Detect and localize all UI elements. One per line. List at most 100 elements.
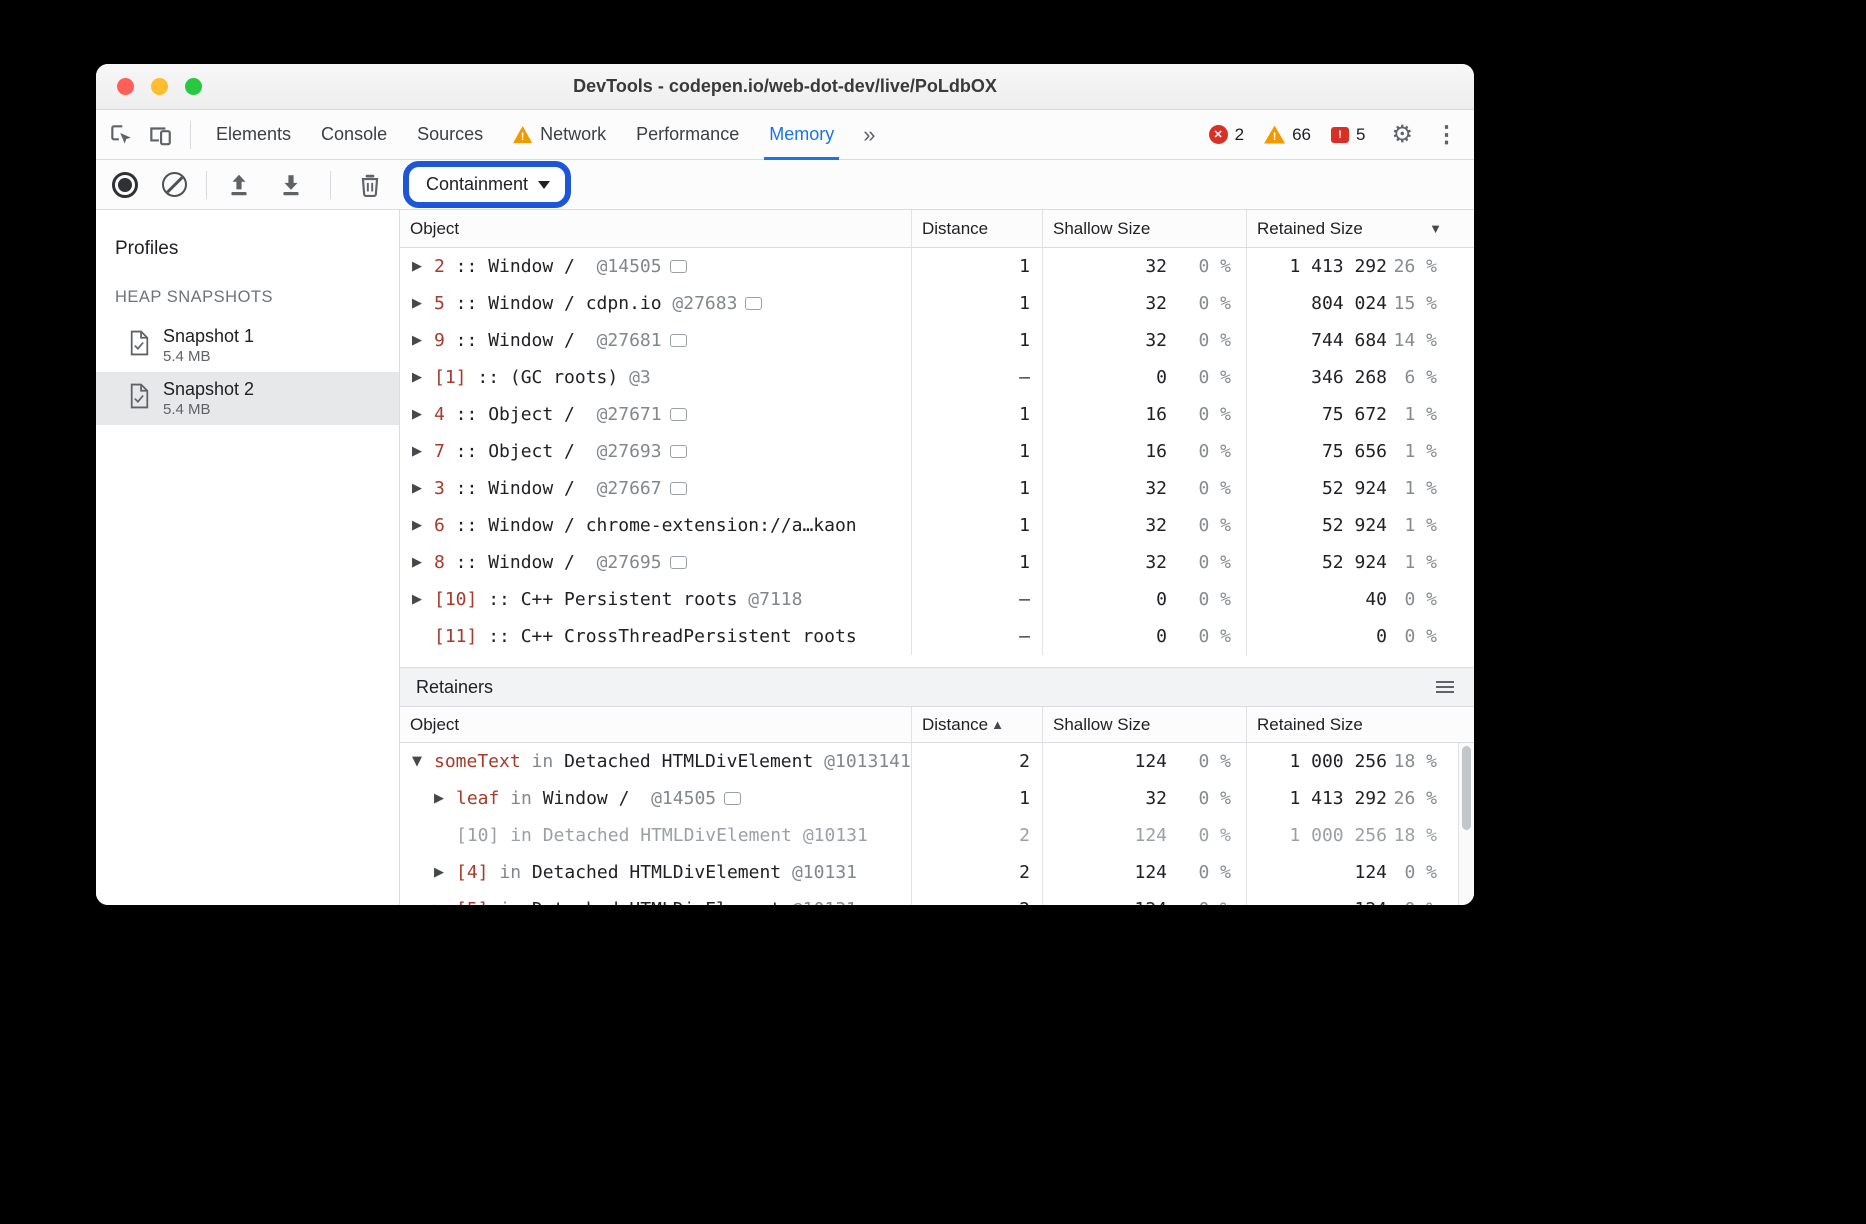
distance-value: 1: [1019, 330, 1030, 351]
retainers-row[interactable]: ▼someText in Detached HTMLDivElement @10…: [400, 743, 1474, 780]
reveal-icon[interactable]: [670, 260, 687, 273]
retained-size-cell: 346 2686 %: [1247, 359, 1474, 396]
shallow-percent: 0 %: [1167, 441, 1231, 462]
retained-value: 1 000 256: [1289, 825, 1387, 846]
column-header-object[interactable]: Object: [400, 210, 912, 247]
expand-arrow-icon[interactable]: ▶: [412, 518, 434, 533]
expand-arrow-icon[interactable]: ▶: [434, 902, 456, 905]
error-badge[interactable]: 2: [1209, 125, 1244, 145]
table-row[interactable]: [11] :: C++ CrossThreadPersistent roots …: [400, 618, 1474, 655]
record-heap-snapshot-button[interactable]: [112, 172, 138, 198]
reveal-icon[interactable]: [724, 792, 741, 805]
expand-arrow-icon[interactable]: ▶: [434, 791, 456, 806]
reveal-icon[interactable]: [670, 408, 687, 421]
distance-cell: 1: [912, 507, 1043, 544]
snapshot-item-2[interactable]: Snapshot 2 5.4 MB: [96, 372, 399, 425]
hamburger-menu-icon[interactable]: [1436, 681, 1454, 693]
distance-value: 1: [1019, 515, 1030, 536]
in-keyword: in: [499, 825, 542, 846]
reveal-icon[interactable]: [670, 556, 687, 569]
collapse-arrow-icon[interactable]: ▼: [412, 754, 434, 769]
table-row[interactable]: ▶7 :: Object / @27693 1 160 % 75 6561 %: [400, 433, 1474, 470]
tab-network[interactable]: Network: [498, 110, 621, 159]
expand-arrow-icon[interactable]: ▶: [412, 444, 434, 459]
distance-cell: 2: [912, 854, 1043, 891]
column-header-distance[interactable]: Distance: [912, 210, 1043, 247]
content: Profiles HEAP SNAPSHOTS Snapshot 1 5.4 M…: [96, 210, 1474, 905]
column-header-object[interactable]: Object: [400, 707, 912, 742]
reveal-icon[interactable]: [670, 482, 687, 495]
save-profile-icon[interactable]: [278, 172, 304, 198]
minimize-window-button[interactable]: [151, 78, 168, 95]
table-row[interactable]: ▶2 :: Window / @14505 1 320 % 1 413 2922…: [400, 248, 1474, 285]
distance-value: 1: [1019, 788, 1030, 809]
expand-arrow-icon[interactable]: ▶: [412, 370, 434, 385]
view-mode-dropdown[interactable]: Containment: [403, 161, 571, 208]
window-title: DevTools - codepen.io/web-dot-dev/live/P…: [96, 76, 1474, 97]
expand-arrow-icon[interactable]: ▶: [412, 333, 434, 348]
clear-profiles-button[interactable]: [162, 172, 187, 197]
column-header-shallow-size[interactable]: Shallow Size: [1043, 210, 1247, 247]
shallow-size-cell: 160 %: [1043, 433, 1247, 470]
retainers-row[interactable]: ▶leaf in Window / @14505 1 320 % 1 413 2…: [400, 780, 1474, 817]
settings-gear-icon[interactable]: ⚙: [1391, 123, 1413, 147]
warning-badge[interactable]: 66: [1264, 125, 1311, 145]
close-window-button[interactable]: [117, 78, 134, 95]
expand-arrow-icon[interactable]: ▶: [434, 865, 456, 880]
scrollbar-thumb[interactable]: [1462, 746, 1471, 830]
collect-garbage-icon[interactable]: [357, 172, 383, 198]
device-toolbar-icon[interactable]: [147, 122, 173, 148]
edge-name: 5: [434, 293, 445, 314]
expand-arrow-icon[interactable]: ▶: [412, 407, 434, 422]
retainers-row-partial[interactable]: ▶[5] in Detached HTMLDivElement @10131 2…: [400, 891, 1474, 905]
tab-sources[interactable]: Sources: [402, 110, 498, 159]
retained-value: 0: [1376, 626, 1387, 647]
shallow-value: 32: [1145, 515, 1167, 536]
reveal-icon[interactable]: [670, 334, 687, 347]
table-row[interactable]: ▶5 :: Window / cdpn.io @27683 1 320 % 80…: [400, 285, 1474, 322]
snapshot-item-1[interactable]: Snapshot 1 5.4 MB: [96, 319, 399, 372]
shallow-size-cell: 1240 %: [1043, 817, 1247, 854]
column-header-retained-size[interactable]: Retained Size: [1247, 707, 1474, 742]
snapshot-file-icon: [129, 330, 150, 361]
tab-console[interactable]: Console: [306, 110, 402, 159]
expand-arrow-icon[interactable]: ▶: [412, 259, 434, 274]
object-id: @10131: [803, 825, 868, 846]
expand-arrow-icon[interactable]: ▶: [412, 296, 434, 311]
table-row[interactable]: ▶8 :: Window / @27695 1 320 % 52 9241 %: [400, 544, 1474, 581]
tab-performance[interactable]: Performance: [621, 110, 754, 159]
tab-memory[interactable]: Memory: [754, 110, 849, 159]
shallow-value: 32: [1145, 330, 1167, 351]
retainers-row[interactable]: ▶[4] in Detached HTMLDivElement @10131 2…: [400, 854, 1474, 891]
more-tabs-icon[interactable]: »: [855, 122, 883, 148]
kebab-menu-icon[interactable]: ⋮: [1435, 123, 1458, 146]
shallow-percent: 0 %: [1167, 589, 1231, 610]
column-header-retained-size[interactable]: Retained Size ▼: [1247, 210, 1474, 247]
expand-arrow-icon[interactable]: ▶: [412, 481, 434, 496]
divider: [190, 121, 191, 149]
table-row[interactable]: ▶4 :: Object / @27671 1 160 % 75 6721 %: [400, 396, 1474, 433]
expand-arrow-icon[interactable]: ▶: [412, 555, 434, 570]
distance-value: 1: [1019, 552, 1030, 573]
expand-arrow-icon[interactable]: ▶: [412, 592, 434, 607]
tab-elements[interactable]: Elements: [201, 110, 306, 159]
reveal-icon[interactable]: [670, 445, 687, 458]
reveal-icon[interactable]: [745, 297, 762, 310]
table-row[interactable]: ▶9 :: Window / @27681 1 320 % 744 68414 …: [400, 322, 1474, 359]
retained-percent: 1 %: [1387, 441, 1437, 462]
object-id: @14505: [597, 256, 662, 277]
column-header-shallow-size[interactable]: Shallow Size: [1043, 707, 1247, 742]
retained-value: 804 024: [1311, 293, 1387, 314]
shallow-value: 124: [1134, 825, 1167, 846]
table-row[interactable]: ▶[1] :: (GC roots) @3 – 00 % 346 2686 %: [400, 359, 1474, 396]
table-row[interactable]: ▶6 :: Window / chrome-extension://a…kaon…: [400, 507, 1474, 544]
inspect-element-icon[interactable]: [108, 122, 134, 148]
column-header-distance[interactable]: Distance ▲: [912, 707, 1043, 742]
retainers-scrollbar[interactable]: [1458, 743, 1474, 905]
table-row[interactable]: ▶3 :: Window / @27667 1 320 % 52 9241 %: [400, 470, 1474, 507]
table-row[interactable]: ▶[10] :: C++ Persistent roots @7118 – 00…: [400, 581, 1474, 618]
retainers-row-dimmed[interactable]: [10] in Detached HTMLDivElement @10131 2…: [400, 817, 1474, 854]
load-profile-icon[interactable]: [226, 172, 252, 198]
zoom-window-button[interactable]: [185, 78, 202, 95]
issues-badge[interactable]: 5: [1331, 125, 1365, 145]
